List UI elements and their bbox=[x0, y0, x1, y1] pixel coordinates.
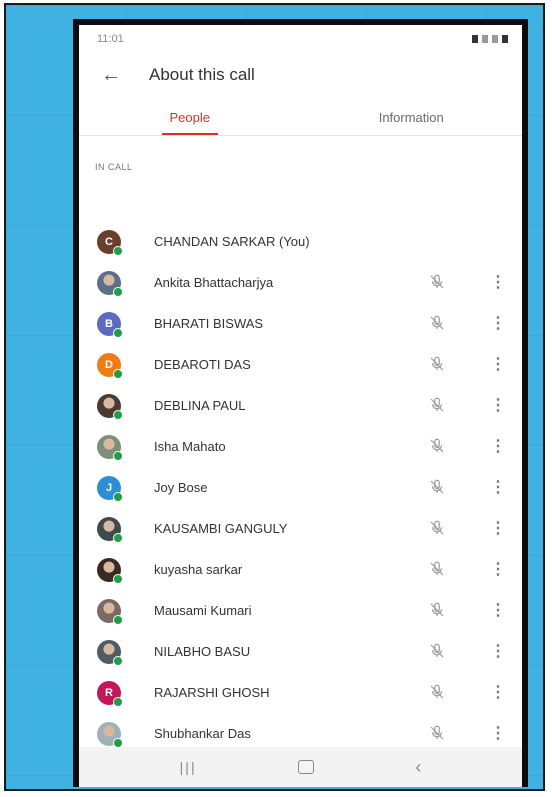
online-status-dot bbox=[113, 532, 123, 543]
more-vert-icon[interactable]: ⋮ bbox=[490, 397, 506, 413]
section-label: IN CALL bbox=[95, 162, 133, 172]
mic-off-icon[interactable] bbox=[428, 601, 448, 621]
more-vert-icon[interactable]: ⋮ bbox=[490, 725, 506, 741]
participant-row[interactable]: kuyasha sarkar ⋮ bbox=[79, 549, 522, 590]
mic-off-icon[interactable] bbox=[428, 519, 448, 539]
mic-off-icon[interactable] bbox=[428, 683, 448, 703]
participant-name: NILABHO BASU bbox=[154, 644, 251, 659]
mic-off-icon[interactable] bbox=[428, 724, 448, 744]
more-vert-icon[interactable]: ⋮ bbox=[490, 479, 506, 495]
avatar-photo bbox=[97, 516, 123, 543]
participant-row[interactable]: DEBLINA PAUL ⋮ bbox=[79, 385, 522, 426]
mic-off-icon[interactable] bbox=[428, 396, 448, 416]
status-bar: 11:01 bbox=[79, 25, 522, 53]
online-status-dot bbox=[113, 737, 123, 748]
participant-name: Joy Bose bbox=[154, 480, 208, 495]
more-vert-icon[interactable]: ⋮ bbox=[490, 684, 506, 700]
participant-name: RAJARSHI GHOSH bbox=[154, 685, 270, 700]
online-status-dot bbox=[113, 655, 123, 666]
phone-screen: 11:01 ← About this call People Informati… bbox=[79, 25, 522, 787]
status-icons bbox=[472, 35, 508, 43]
avatar-photo bbox=[97, 721, 123, 748]
participant-row[interactable]: Isha Mahato ⋮ bbox=[79, 426, 522, 467]
mic-off-icon[interactable] bbox=[428, 355, 448, 375]
participant-name: DEBAROTI DAS bbox=[154, 357, 251, 372]
avatar-photo bbox=[97, 270, 123, 297]
arrow-left-icon[interactable]: ← bbox=[101, 64, 149, 87]
participant-name: CHANDAN SARKAR (You) bbox=[154, 234, 310, 249]
app-bar: ← About this call bbox=[79, 53, 522, 97]
avatar-photo bbox=[97, 557, 123, 584]
more-vert-icon[interactable]: ⋮ bbox=[490, 274, 506, 290]
mic-off-icon[interactable] bbox=[428, 273, 448, 293]
battery-icon bbox=[472, 35, 478, 43]
online-status-dot bbox=[113, 614, 123, 625]
mic-off-icon[interactable] bbox=[428, 314, 448, 334]
online-status-dot bbox=[113, 573, 123, 584]
home-icon[interactable] bbox=[297, 760, 314, 774]
participant-row[interactable]: NILABHO BASU ⋮ bbox=[79, 631, 522, 672]
participant-list: C CHANDAN SARKAR (You) Ankita Bhattacharjy… bbox=[79, 221, 522, 774]
participant-name: Mausami Kumari bbox=[154, 603, 252, 618]
recent-apps-icon[interactable]: ||| bbox=[180, 759, 197, 775]
online-status-dot bbox=[113, 491, 123, 502]
participant-row[interactable]: KAUSAMBI GANGULY ⋮ bbox=[79, 508, 522, 549]
participant-name: Isha Mahato bbox=[154, 439, 226, 454]
more-vert-icon[interactable]: ⋮ bbox=[490, 438, 506, 454]
mic-off-icon[interactable] bbox=[428, 478, 448, 498]
avatar: C bbox=[97, 229, 123, 256]
online-status-dot bbox=[113, 368, 123, 379]
participant-name: DEBLINA PAUL bbox=[154, 398, 246, 413]
online-status-dot bbox=[113, 286, 123, 297]
phone-bezel: 11:01 ← About this call People Informati… bbox=[73, 19, 528, 787]
participant-name: Ankita Bhattacharjya bbox=[154, 275, 274, 290]
avatar: J bbox=[97, 475, 123, 502]
more-vert-icon[interactable]: ⋮ bbox=[490, 315, 506, 331]
more-vert-icon[interactable]: ⋮ bbox=[490, 356, 506, 372]
mic-off-icon[interactable] bbox=[428, 437, 448, 457]
avatar-photo bbox=[97, 639, 123, 666]
online-status-dot bbox=[113, 450, 123, 461]
participant-row[interactable]: B BHARATI BISWAS ⋮ bbox=[79, 303, 522, 344]
participant-name: BHARATI BISWAS bbox=[154, 316, 264, 331]
avatar-photo bbox=[97, 598, 123, 625]
mic-off-icon[interactable] bbox=[428, 560, 448, 580]
more-vert-icon[interactable]: ⋮ bbox=[490, 561, 506, 577]
more-vert-icon[interactable]: ⋮ bbox=[490, 520, 506, 536]
more-vert-icon[interactable]: ⋮ bbox=[490, 602, 506, 618]
participant-name: KAUSAMBI GANGULY bbox=[154, 521, 288, 536]
more-vert-icon[interactable]: ⋮ bbox=[490, 643, 506, 659]
system-nav-bar: ||| ‹ bbox=[79, 747, 522, 787]
battery-level-icon bbox=[502, 35, 508, 43]
participant-row[interactable]: R RAJARSHI GHOSH ⋮ bbox=[79, 672, 522, 713]
online-status-dot bbox=[113, 245, 123, 256]
status-time: 11:01 bbox=[97, 33, 124, 45]
avatar: B bbox=[97, 311, 123, 338]
page-title: About this call bbox=[149, 65, 255, 84]
participant-row[interactable]: D DEBAROTI DAS ⋮ bbox=[79, 344, 522, 385]
mic-off-icon[interactable] bbox=[428, 642, 448, 662]
online-status-dot bbox=[113, 327, 123, 338]
tab-information[interactable]: Information bbox=[301, 97, 523, 135]
participant-row[interactable]: Mausami Kumari ⋮ bbox=[79, 590, 522, 631]
participant-name: Shubhankar Das bbox=[154, 726, 251, 741]
screenshot-frame: 11:01 ← About this call People Informati… bbox=[4, 3, 545, 791]
tab-people[interactable]: People bbox=[79, 97, 301, 135]
participant-name: kuyasha sarkar bbox=[154, 562, 243, 577]
online-status-dot bbox=[113, 696, 123, 707]
wifi-icon bbox=[482, 35, 488, 43]
avatar-photo bbox=[97, 434, 123, 461]
participant-row[interactable]: Ankita Bhattacharjya ⋮ bbox=[79, 262, 522, 303]
avatar: R bbox=[97, 680, 123, 707]
participant-row[interactable]: J Joy Bose ⋮ bbox=[79, 467, 522, 508]
avatar-photo bbox=[97, 393, 123, 420]
online-status-dot bbox=[113, 409, 123, 420]
tab-bar: People Information bbox=[79, 97, 522, 136]
avatar: D bbox=[97, 352, 123, 379]
participant-row[interactable]: C CHANDAN SARKAR (You) bbox=[79, 221, 522, 262]
back-triangle-icon[interactable]: ‹ bbox=[415, 757, 421, 778]
signal-icon bbox=[492, 35, 498, 43]
